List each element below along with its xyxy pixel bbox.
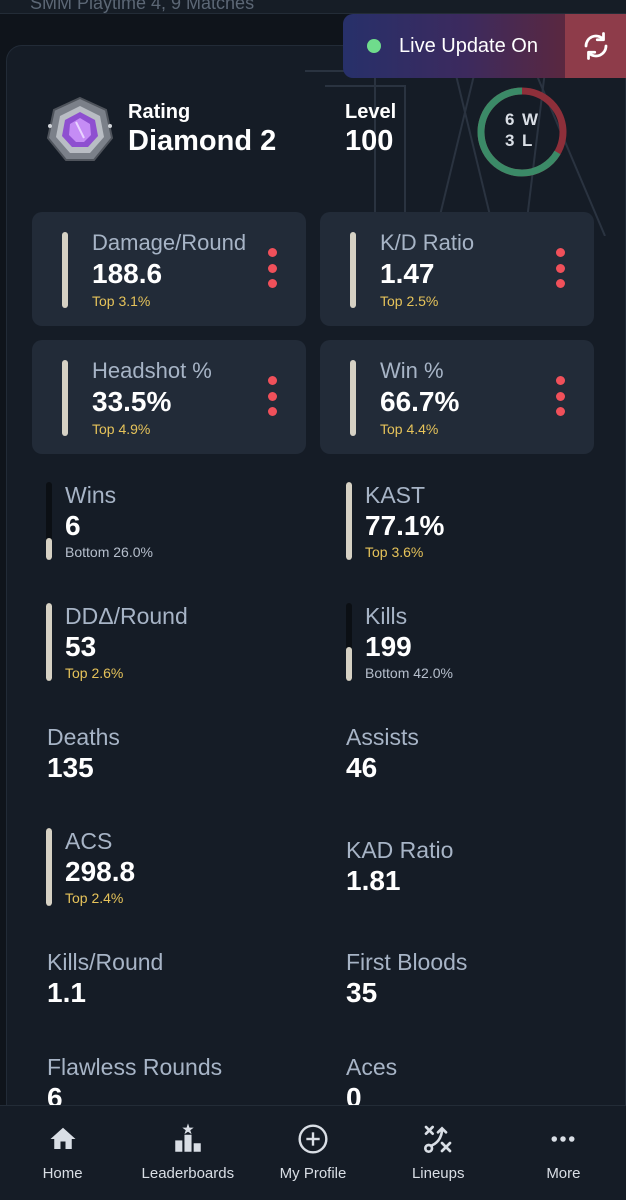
percentile-bar	[46, 603, 52, 681]
percentile-bar	[62, 360, 68, 436]
stat-rank-dd-delta-round: Top 2.6%	[65, 665, 124, 681]
stat-value-deaths: 135	[47, 752, 94, 783]
more-options-icon[interactable]	[266, 376, 278, 416]
percentile-bar	[350, 232, 356, 308]
live-status-dot	[367, 39, 381, 53]
nav-item-more[interactable]: More	[501, 1106, 626, 1200]
stat-value-dd-delta-round: 53	[65, 631, 97, 662]
leaderboards-icon	[171, 1122, 205, 1156]
stat-tile-win-percent[interactable]: Win % 66.7% Top 4.4%	[320, 340, 594, 454]
stat-rank-kills: Bottom 42.0%	[365, 665, 453, 681]
stat-value-kills: 199	[365, 631, 412, 662]
nav-item-lineups[interactable]: Lineups	[376, 1106, 501, 1200]
level-label: Level	[345, 101, 397, 123]
stat-value-first-bloods: 35	[346, 977, 378, 1008]
stat-value-kad-ratio: 1.81	[346, 865, 401, 896]
stat-label-kills-round: Kills/Round	[47, 949, 164, 975]
stat-rank-kast: Top 3.6%	[365, 544, 424, 560]
header-strip-text: SMM Playtime 4, 9 Matches	[30, 0, 255, 13]
percentile-bar	[46, 482, 52, 560]
nav-label-more: More	[546, 1165, 581, 1182]
losses-suffix: L	[522, 131, 533, 150]
header-strip: SMM Playtime 4, 9 Matches	[0, 0, 626, 14]
stat-rank: Top 3.1%	[92, 293, 151, 309]
stat-label-wins: Wins	[65, 482, 117, 508]
live-update-label: Live Update On	[399, 34, 538, 57]
home-icon	[46, 1122, 80, 1156]
stat-label: K/D Ratio	[380, 230, 475, 255]
stat-label: Damage/Round	[92, 230, 247, 255]
stat-value-acs: 298.8	[65, 856, 136, 887]
percentile-bar	[46, 828, 52, 906]
stat-label-kills: Kills	[365, 603, 408, 629]
stat-rank: Top 4.4%	[380, 421, 439, 437]
stat-label-flawless-rounds: Flawless Rounds	[47, 1054, 223, 1080]
nav-item-my-profile[interactable]: My Profile	[250, 1106, 375, 1200]
rating-value: Diamond 2	[128, 125, 277, 157]
stat-label-assists: Assists	[346, 724, 419, 750]
stat-label-kast: KAST	[365, 482, 426, 508]
nav-item-home[interactable]: Home	[0, 1106, 125, 1200]
stat-label-deaths: Deaths	[47, 724, 120, 750]
nav-item-leaderboards[interactable]: Leaderboards	[125, 1106, 250, 1200]
nav-label-my-profile: My Profile	[279, 1165, 347, 1182]
percentile-bar	[62, 232, 68, 308]
lineups-icon	[421, 1122, 455, 1156]
losses-count: 3	[505, 131, 515, 150]
live-update-toggle[interactable]: Live Update On	[343, 14, 626, 78]
stat-tile-headshot[interactable]: Headshot % 33.5% Top 4.9%	[32, 340, 306, 454]
refresh-button[interactable]	[565, 14, 626, 78]
stat-value-kast: 77.1%	[365, 510, 445, 541]
refresh-icon	[584, 32, 607, 60]
percentile-bar	[346, 603, 352, 681]
stat-label-aces: Aces	[346, 1054, 398, 1080]
nav-label-home: Home	[42, 1165, 83, 1182]
stat-label: Win %	[380, 358, 444, 383]
stat-label: Headshot %	[92, 358, 212, 383]
stat-value: 66.7%	[380, 386, 460, 417]
percentile-bar	[346, 482, 352, 560]
wins-count: 6	[505, 110, 515, 129]
more-options-icon[interactable]	[266, 248, 278, 288]
stat-value-wins: 6	[65, 510, 81, 541]
stat-rank: Top 4.9%	[92, 421, 151, 437]
stat-value: 33.5%	[92, 386, 172, 417]
stat-tile-damage-round[interactable]: Damage/Round 188.6 Top 3.1%	[32, 212, 306, 326]
stat-value: 1.47	[380, 258, 435, 289]
stat-label-acs: ACS	[65, 828, 113, 854]
bottom-navigation: Home Leaderboards My Profile Lineups Mor…	[0, 1105, 626, 1200]
more-options-icon[interactable]	[554, 376, 566, 416]
stat-label-first-bloods: First Bloods	[346, 949, 468, 975]
more-icon	[546, 1122, 580, 1156]
stat-value-assists: 46	[346, 752, 378, 783]
stat-rank: Top 2.5%	[380, 293, 439, 309]
plus-circle-icon	[296, 1122, 330, 1156]
stat-tile-kd-ratio[interactable]: K/D Ratio 1.47 Top 2.5%	[320, 212, 594, 326]
stat-rank-wins: Bottom 26.0%	[65, 544, 153, 560]
more-options-icon[interactable]	[554, 248, 566, 288]
stat-rank-acs: Top 2.4%	[65, 890, 124, 906]
level-value: 100	[345, 125, 394, 157]
rating-label: Rating	[128, 101, 191, 123]
stat-label-dd-delta-round: DDΔ/Round	[65, 603, 188, 629]
stat-value: 188.6	[92, 258, 163, 289]
stat-value-kills-round: 1.1	[47, 977, 86, 1008]
percentile-bar	[350, 360, 356, 436]
nav-label-leaderboards: Leaderboards	[141, 1165, 235, 1182]
nav-label-lineups: Lineups	[411, 1165, 465, 1182]
live-update-status[interactable]: Live Update On	[343, 14, 565, 78]
diamond-rank-icon	[46, 96, 114, 161]
wins-suffix: W	[522, 110, 539, 129]
stat-label-kad-ratio: KAD Ratio	[346, 837, 454, 863]
